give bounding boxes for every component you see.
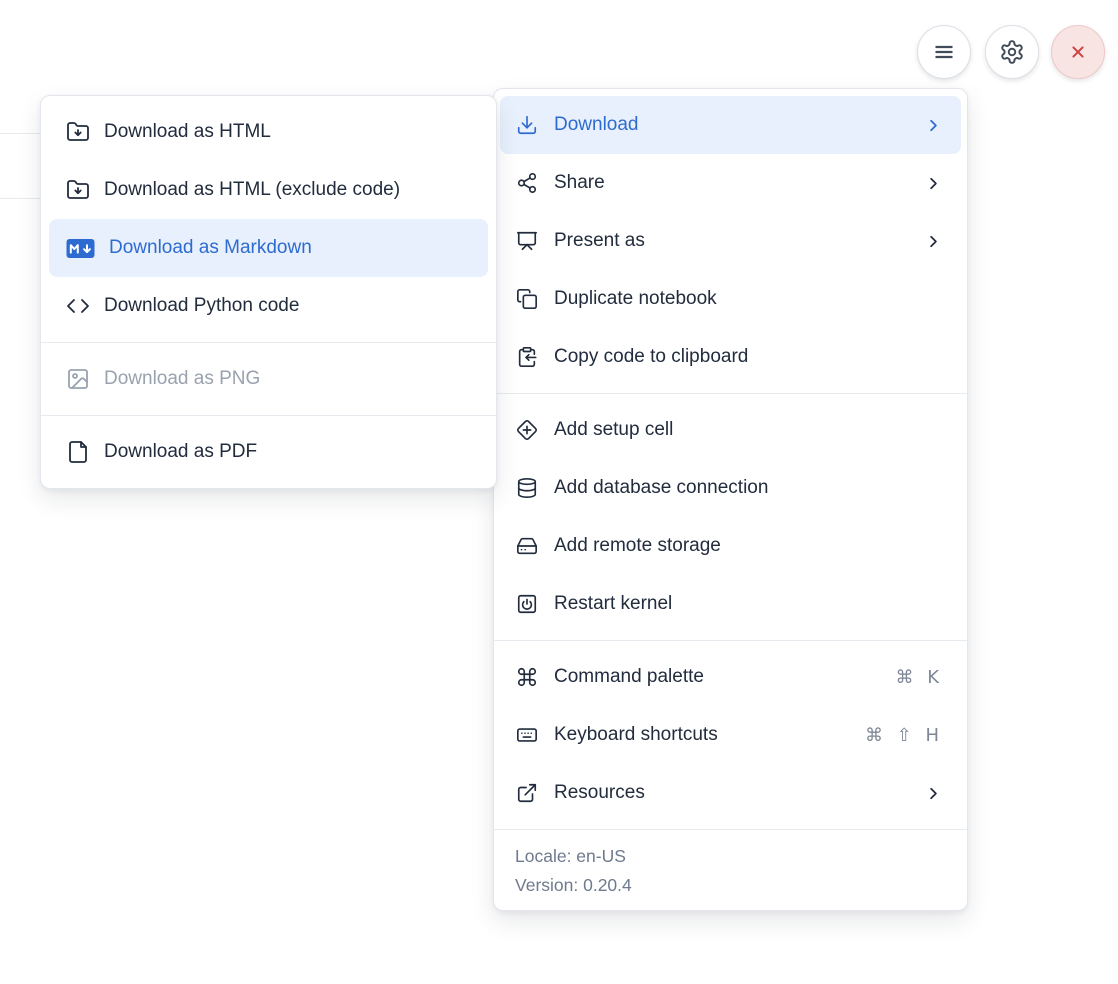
menu-item-download-as-html-exclude-code[interactable]: Download as HTML (exclude code) — [41, 161, 496, 219]
menu-item-present-as[interactable]: Present as — [494, 212, 967, 270]
background-rule — [0, 133, 41, 134]
command-icon — [516, 666, 538, 688]
menu-item-share[interactable]: Share — [494, 154, 967, 212]
menu-item-label: Duplicate notebook — [554, 288, 943, 310]
menu-item-duplicate-notebook[interactable]: Duplicate notebook — [494, 270, 967, 328]
menu-item-add-database-connection[interactable]: Add database connection — [494, 459, 967, 517]
menu-footer: Locale: en-US Version: 0.20.4 — [494, 829, 967, 910]
download-submenu: Download as HTML Download as HTML (exclud… — [40, 95, 497, 489]
menu-item-label: Add remote storage — [554, 535, 943, 557]
menu-item-label: Download as Markdown — [109, 237, 476, 259]
shortcut-hint: ⌘ K — [895, 667, 943, 688]
menu-item-label: Add database connection — [554, 477, 943, 499]
menu-item-label: Keyboard shortcuts — [554, 724, 849, 746]
menu-item-label: Download — [554, 114, 908, 136]
chevron-right-icon — [924, 116, 943, 135]
menu-item-label: Copy code to clipboard — [554, 346, 943, 368]
clipboard-copy-icon — [516, 346, 538, 368]
menu-item-label: Command palette — [554, 666, 879, 688]
menu-section: Download as PDF — [41, 415, 496, 488]
image-icon — [66, 367, 90, 391]
menu-item-add-remote-storage[interactable]: Add remote storage — [494, 517, 967, 575]
menu-button[interactable] — [917, 25, 971, 79]
menu-item-download-as-markdown[interactable]: Download as Markdown — [49, 219, 488, 277]
chevron-right-icon — [924, 232, 943, 251]
locale-text: Locale: en-US — [515, 842, 947, 871]
menu-item-label: Share — [554, 172, 908, 194]
notebook-menu: Download Share Present as Duplicate noteboo… — [493, 88, 968, 911]
menu-item-label: Add setup cell — [554, 419, 943, 441]
menu-item-download-as-pdf[interactable]: Download as PDF — [41, 423, 496, 481]
menu-item-keyboard-shortcuts[interactable]: Keyboard shortcuts ⌘ ⇧ H — [494, 706, 967, 764]
menu-item-download-as-png: Download as PNG — [41, 350, 496, 408]
markdown-icon — [66, 237, 95, 260]
menu-item-label: Restart kernel — [554, 593, 943, 615]
menu-section: Download as HTML Download as HTML (exclud… — [41, 96, 496, 342]
presentation-icon — [516, 230, 538, 252]
menu-section: Download as PNG — [41, 342, 496, 415]
menu-item-download-as-html[interactable]: Download as HTML — [41, 103, 496, 161]
chevron-right-icon — [924, 784, 943, 803]
keyboard-icon — [516, 724, 538, 746]
background-rule — [0, 198, 41, 199]
menu-item-resources[interactable]: Resources — [494, 764, 967, 822]
close-icon — [1067, 41, 1089, 63]
menu-item-label: Download Python code — [104, 295, 476, 317]
download-icon — [516, 114, 538, 136]
gear-icon — [999, 39, 1025, 65]
power-icon — [516, 593, 538, 615]
menu-item-restart-kernel[interactable]: Restart kernel — [494, 575, 967, 633]
diamond-plus-icon — [516, 419, 538, 441]
duplicate-icon — [516, 288, 538, 310]
code-icon — [66, 294, 90, 318]
menu-section: Add setup cell Add database connection Add… — [494, 393, 967, 640]
menu-item-label: Present as — [554, 230, 908, 252]
share-icon — [516, 172, 538, 194]
folder-down-icon — [66, 120, 90, 144]
menu-item-label: Download as HTML (exclude code) — [104, 179, 476, 201]
version-text: Version: 0.20.4 — [515, 871, 947, 900]
menu-item-label: Resources — [554, 782, 908, 804]
settings-button[interactable] — [985, 25, 1039, 79]
file-icon — [66, 440, 90, 464]
shortcut-hint: ⌘ ⇧ H — [865, 725, 943, 746]
menu-item-add-setup-cell[interactable]: Add setup cell — [494, 401, 967, 459]
menu-item-label: Download as PNG — [104, 368, 476, 390]
chevron-right-icon — [924, 174, 943, 193]
external-link-icon — [516, 782, 538, 804]
menu-item-download[interactable]: Download — [500, 96, 961, 154]
menu-section: Download Share Present as Duplicate noteboo… — [494, 89, 967, 393]
hamburger-icon — [931, 39, 957, 65]
close-button[interactable] — [1051, 25, 1105, 79]
hard-drive-icon — [516, 535, 538, 557]
menu-section: Command palette ⌘ K Keyboard shortcuts ⌘ ⇧ … — [494, 640, 967, 829]
menu-item-label: Download as PDF — [104, 441, 476, 463]
menu-item-label: Download as HTML — [104, 121, 476, 143]
menu-item-download-python-code[interactable]: Download Python code — [41, 277, 496, 335]
menu-item-copy-code-to-clipboard[interactable]: Copy code to clipboard — [494, 328, 967, 386]
menu-item-command-palette[interactable]: Command palette ⌘ K — [494, 648, 967, 706]
database-icon — [516, 477, 538, 499]
folder-down-icon — [66, 178, 90, 202]
